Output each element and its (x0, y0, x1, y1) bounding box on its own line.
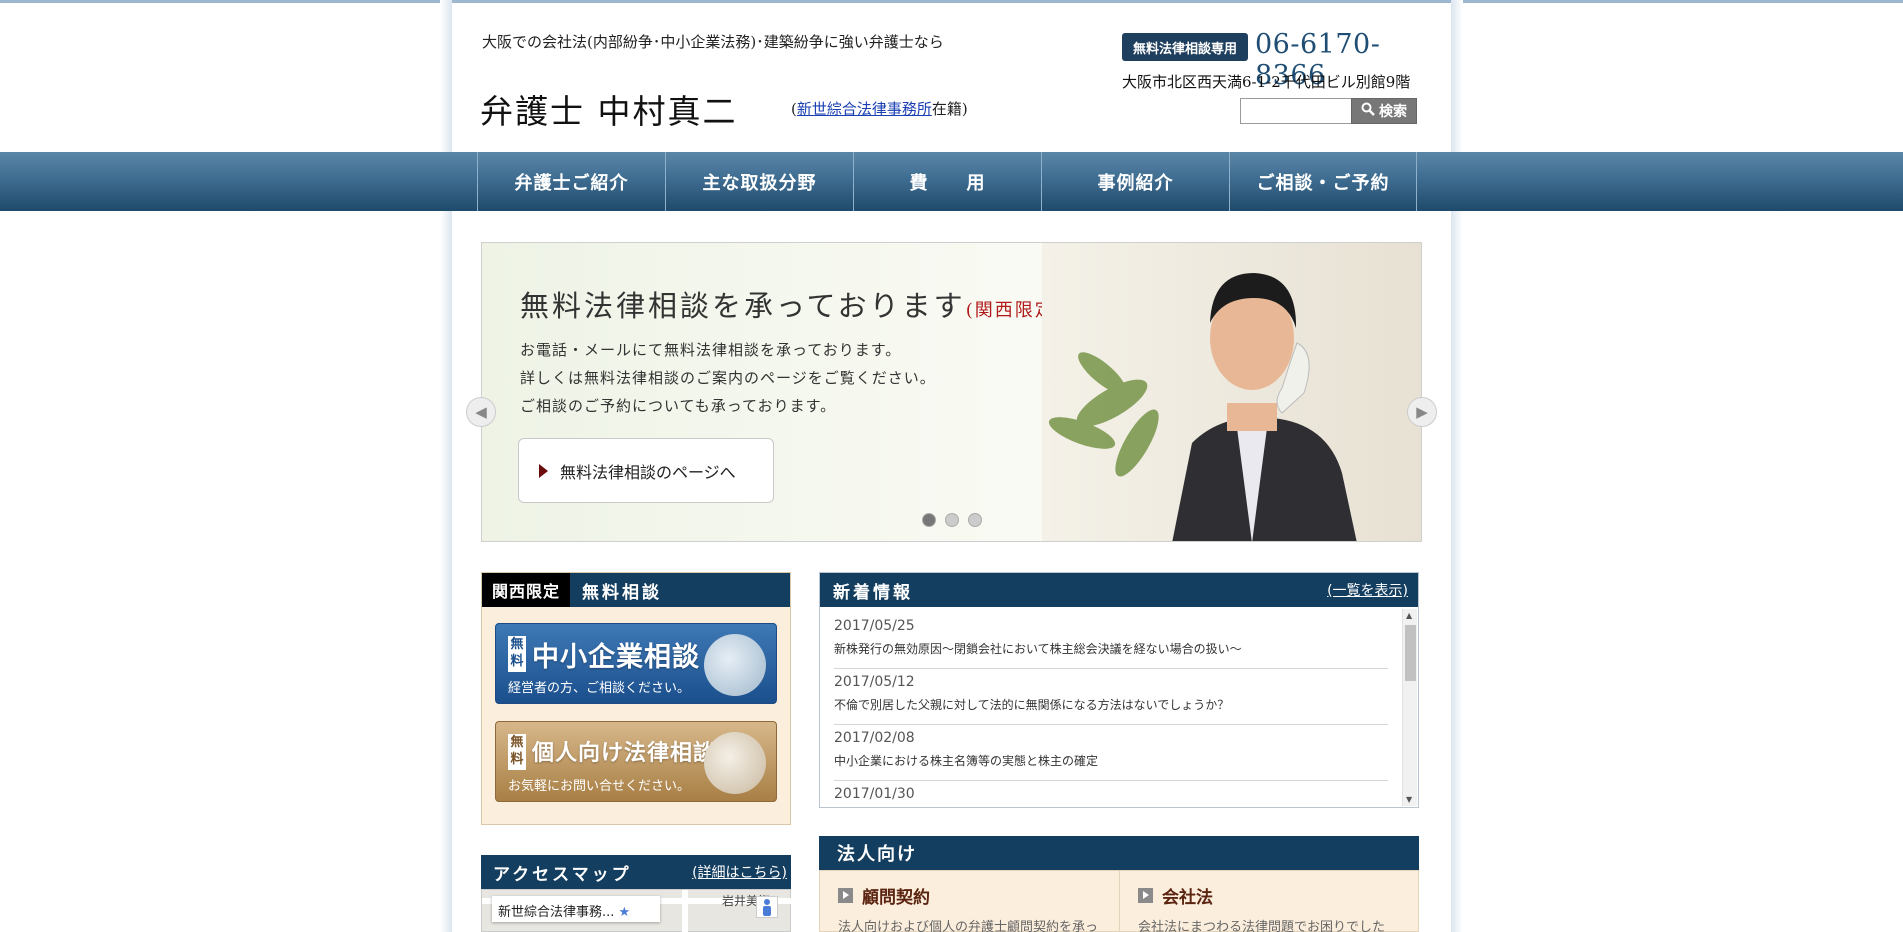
firm-link[interactable]: 新世綜合法律事務所 (797, 100, 932, 118)
main-nav-items: 弁護士ご紹介 主な取扱分野 費 用 事例紹介 ご相談・ご予約 (477, 152, 1417, 211)
hero-slider: 無料法律相談を承っております(関西限定) お電話・メールにて無料法律相談を承って… (481, 242, 1422, 542)
firm-suffix: 在籍) (931, 100, 968, 118)
hero-photo-lawyer-on-phone (1042, 243, 1421, 541)
news-item[interactable]: 2017/05/25 新株発行の無効原因～閉鎖会社において株主総会決議を経ない場… (834, 613, 1388, 669)
search-button[interactable]: 検索 (1351, 98, 1417, 124)
news-item[interactable]: 2017/01/30 (834, 781, 1388, 803)
scroll-up-icon[interactable]: ▲ (1406, 611, 1412, 620)
site-logo-name[interactable]: 弁護士 中村真二 (480, 85, 738, 133)
news-item-title[interactable]: 新株発行の無効原因～閉鎖会社において株主総会決議を経ない場合の扱い～ (834, 640, 1388, 657)
embedded-map[interactable]: 新世綜合法律事務... ★ 岩井美術 (481, 889, 791, 932)
banner-title: 個人向け法律相談 (532, 740, 717, 766)
corporate-item-company-law[interactable]: 会社法 会社法にまつわる法律問題でお困りでした (1119, 871, 1418, 932)
free-tag: 無料 (508, 734, 526, 770)
play-box-icon (838, 888, 853, 903)
nav-item-consultation[interactable]: ご相談・ご予約 (1229, 152, 1417, 211)
news-title: 新着情報 (833, 582, 913, 603)
news-item[interactable]: 2017/05/12 不倫で別居した父親に対して法的に無関係になる方法はないでし… (834, 669, 1388, 725)
corporate-title: 法人向け (837, 844, 917, 865)
news-header: 新着情報 (一覧を表示) (820, 573, 1418, 607)
map-road (682, 890, 688, 932)
magnifier-icon (1361, 102, 1375, 120)
pegman-icon[interactable] (756, 896, 778, 918)
access-map-header: アクセスマップ (詳細はこちら) (481, 855, 791, 889)
scroll-down-icon[interactable]: ▼ (1406, 795, 1412, 804)
corporate-panel: 法人向け 顧問契約 法人向けおよび個人の弁護士顧問契約を承っ 会社法 会社法にま… (819, 836, 1419, 932)
nav-item-cases[interactable]: 事例紹介 (1041, 152, 1229, 211)
corporate-header: 法人向け (819, 836, 1419, 870)
hero-text-line: ご相談のご予約についても承っております。 (520, 397, 837, 415)
region-tag: 関西限定 (482, 573, 571, 607)
banner-title: 中小企業相談 (532, 642, 700, 673)
news-item[interactable]: 2017/02/08 中小企業における株主名簿等の実態と株主の確定 (834, 725, 1388, 781)
free-consult-header: 関西限定 無料相談 (482, 573, 790, 607)
search-button-label: 検索 (1379, 104, 1407, 120)
triangle-right-icon (539, 463, 548, 478)
news-item-title[interactable]: 中小企業における株主名簿等の実態と株主の確定 (834, 752, 1388, 769)
hero-title-text: 無料法律相談を承っております (520, 289, 966, 323)
news-date: 2017/05/25 (834, 618, 915, 634)
slider-dot[interactable] (968, 513, 982, 527)
star-icon[interactable]: ★ (619, 905, 631, 920)
news-item-title[interactable]: 不倫で別居した父親に対して法的に無関係になる方法はないでしょうか？ (834, 696, 1388, 713)
news-list-link[interactable]: (一覧を表示) (1327, 580, 1408, 600)
access-map-title: アクセスマップ (493, 864, 632, 885)
hero-title: 無料法律相談を承っております(関西限定) (520, 283, 1064, 325)
corporate-body: 顧問契約 法人向けおよび個人の弁護士顧問契約を承っ 会社法 会社法にまつわる法律… (819, 870, 1419, 932)
hero-text-line: 詳しくは無料法律相談のご案内のページをご覧ください。 (520, 369, 936, 387)
sme-consult-banner[interactable]: 無料 中小企業相談 経営者の方、ご相談ください。 (495, 623, 777, 704)
news-date: 2017/05/12 (834, 674, 915, 690)
page-container: 大阪での会社法(内部紛争･中小企業法務)･建築紛争に強い弁護士なら 弁護士 中村… (452, 3, 1451, 932)
hero-consult-button[interactable]: 無料法律相談のページへ (518, 438, 774, 503)
access-map-detail-link[interactable]: (詳細はこちら) (692, 862, 787, 882)
firm-affiliation: (新世綜合法律事務所在籍) (791, 98, 968, 119)
map-place-name: 新世綜合法律事務... (498, 905, 615, 920)
map-place-card[interactable]: 新世綜合法律事務... ★ (492, 896, 660, 922)
corporate-item-heading[interactable]: 会社法 (1138, 883, 1418, 908)
news-date: 2017/02/08 (834, 730, 915, 746)
handshake-image (704, 634, 766, 696)
individual-consult-banner[interactable]: 無料 個人向け法律相談 お気軽にお問い合せください。 (495, 721, 777, 802)
banner-subtitle: お気軽にお問い合せください。 (508, 779, 691, 794)
corporate-item-heading[interactable]: 顧問契約 (838, 883, 1119, 908)
slider-next-icon[interactable]: ▶ (1407, 397, 1437, 427)
free-tag: 無料 (508, 636, 526, 672)
page-shadow-left (440, 0, 452, 932)
access-map-panel: アクセスマップ (詳細はこちら) 新世綜合法律事務... ★ 岩井美術 (481, 855, 791, 932)
slider-dot[interactable] (945, 513, 959, 527)
corporate-item-desc: 会社法にまつわる法律問題でお困りでした (1138, 920, 1386, 932)
banner-subtitle: 経営者の方、ご相談ください。 (508, 681, 691, 696)
tel-badge: 無料法律相談専用 (1122, 33, 1248, 61)
free-consult-panel: 関西限定 無料相談 無料 中小企業相談 経営者の方、ご相談ください。 無料 個人… (481, 572, 791, 825)
nav-item-profile[interactable]: 弁護士ご紹介 (477, 152, 665, 211)
main-nav: 弁護士ご紹介 主な取扱分野 費 用 事例紹介 ご相談・ご予約 (0, 152, 1903, 211)
news-scrollbar[interactable]: ▲ ▼ (1402, 609, 1417, 806)
corporate-item-label: 会社法 (1162, 888, 1213, 908)
hero-text-line: お電話・メールにて無料法律相談を承っております。 (520, 341, 902, 359)
news-date: 2017/01/30 (834, 786, 915, 802)
nav-item-practice-areas[interactable]: 主な取扱分野 (665, 152, 853, 211)
play-box-icon (1138, 888, 1153, 903)
site-tagline: 大阪での会社法(内部紛争･中小企業法務)･建築紛争に強い弁護士なら (482, 33, 944, 51)
free-consult-title: 無料相談 (582, 582, 663, 603)
search-input[interactable] (1240, 98, 1352, 124)
lawyer-portrait-image (704, 732, 766, 794)
slider-dot[interactable] (922, 513, 936, 527)
news-panel: 新着情報 (一覧を表示) 2017/05/25 新株発行の無効原因～閉鎖会社にお… (819, 572, 1419, 808)
corporate-item-retainer[interactable]: 顧問契約 法人向けおよび個人の弁護士顧問契約を承っ (820, 871, 1119, 932)
slider-prev-icon[interactable]: ◀ (466, 397, 496, 427)
hero-button-label: 無料法律相談のページへ (560, 462, 736, 482)
nav-item-fees[interactable]: 費 用 (853, 152, 1041, 211)
corporate-item-desc: 法人向けおよび個人の弁護士顧問契約を承っ (838, 920, 1099, 932)
news-list[interactable]: 2017/05/25 新株発行の無効原因～閉鎖会社において株主総会決議を経ない場… (834, 613, 1388, 803)
office-address: 大阪市北区西天満6-1-2千代田ビル別館9階 (1122, 73, 1411, 91)
page-shadow-right (1451, 0, 1463, 932)
corporate-item-label: 顧問契約 (862, 888, 930, 908)
scroll-thumb[interactable] (1405, 625, 1416, 681)
slider-dots (922, 513, 982, 527)
